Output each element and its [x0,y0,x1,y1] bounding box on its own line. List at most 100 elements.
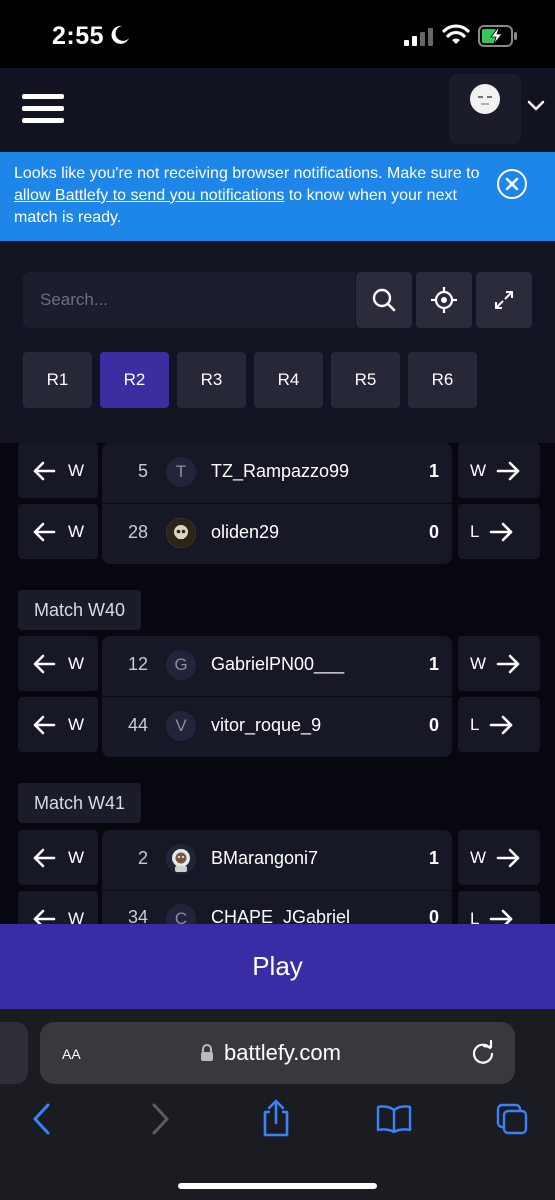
close-icon [505,177,519,191]
prev-match-label: W [68,908,85,925]
arrow-left-icon [33,715,56,734]
prev-match-button[interactable]: W [18,697,98,752]
next-match-button[interactable]: L [458,504,540,559]
arrow-left-icon [33,461,56,480]
prev-match-button[interactable]: W [18,636,98,691]
match-label: Match W40 [18,590,142,630]
arrow-right-icon [490,522,513,541]
locate-button[interactable] [416,272,472,328]
round-tab-r6[interactable]: R6 [408,352,477,408]
prev-match-label: W [68,460,85,480]
player-seed: 28 [127,522,148,542]
player-name[interactable]: vitor_roque_9 [211,715,321,736]
notifications-link[interactable]: allow Battlefy to send you notifications [14,187,284,204]
avatar[interactable] [470,84,500,114]
reload-icon[interactable] [470,1040,496,1066]
player-name[interactable]: GabrielPN00___ [211,654,344,675]
share-icon[interactable] [260,1098,292,1138]
round-tab-r2[interactable]: R2 [100,352,169,408]
prev-match-button[interactable]: W [18,830,98,885]
player-score: 1 [428,848,439,868]
player-name[interactable]: CHAPE_JGabriel [211,907,350,924]
arrow-right-icon [490,909,513,924]
next-match-button[interactable]: L [458,697,540,752]
bookmarks-icon[interactable] [376,1104,412,1134]
match-label: Match W41 [18,783,142,823]
battery-charging-icon [478,25,517,47]
player-name[interactable]: oliden29 [211,522,279,543]
round-tab-r4[interactable]: R4 [254,352,323,408]
round-tab-r3[interactable]: R3 [177,352,246,408]
fullscreen-button[interactable] [476,272,532,328]
arrow-left-icon [33,654,56,673]
expand-icon [495,291,513,309]
astronaut-avatar-icon [166,844,196,874]
chevron-down-icon[interactable] [527,100,545,112]
player-avatar [166,844,196,874]
url-text[interactable]: battlefy.com [224,1040,341,1066]
player-name[interactable]: BMarangoni7 [211,848,318,869]
search-input[interactable] [40,288,340,312]
next-match-button[interactable]: W [458,636,540,691]
round-tab-r5[interactable]: R5 [331,352,400,408]
search-icon [372,288,396,312]
next-match-button[interactable]: W [458,443,540,498]
player-avatar: V [166,711,196,741]
close-banner-button[interactable] [497,169,527,199]
player-seed: 2 [137,848,148,868]
round-tab-r1[interactable]: R1 [23,352,92,408]
next-match-button[interactable]: W [458,830,540,885]
player-name[interactable]: TZ_Rampazzo99 [211,461,349,482]
back-icon[interactable] [30,1102,52,1136]
arrow-right-icon [496,848,520,867]
player-avatar: G [166,650,196,680]
status-time: 2:55 [52,22,105,50]
lock-icon [201,1044,213,1061]
arrow-right-icon [496,461,520,480]
bracket-view: W 5 T TZ_Rampazzo99 1 W W 28 oliden29 0 … [0,443,555,924]
forward-icon[interactable] [150,1102,172,1136]
arrow-right-icon [490,715,513,734]
arrow-left-icon [33,909,56,924]
player-seed: 44 [127,715,148,735]
player-seed: 12 [127,654,148,674]
prev-match-label: W [68,521,85,541]
avatar-face-icon [478,96,492,105]
next-match-label: W [470,653,487,673]
match-divider [102,503,452,504]
player-score: 1 [428,461,439,481]
player-score: 0 [428,522,439,542]
signal-icon [404,28,433,46]
player-score: 1 [428,654,439,674]
prev-match-button[interactable]: W [18,504,98,559]
prev-match-label: W [68,653,85,673]
tabs-icon[interactable] [496,1103,528,1135]
arrow-right-icon [496,654,520,673]
player-avatar [166,518,196,548]
menu-icon[interactable] [22,94,64,126]
prev-match-label: W [68,847,85,867]
skull-avatar-icon [166,518,196,548]
prev-match-button[interactable]: W [18,891,98,924]
play-button[interactable]: Play [0,924,555,1009]
next-match-button[interactable]: L [458,891,540,924]
search-button[interactable] [356,272,412,328]
prev-match-label: W [68,714,85,734]
next-match-label: L [470,521,480,541]
previous-tab-edge[interactable] [0,1022,28,1084]
next-match-label: L [470,908,480,925]
arrow-left-icon [33,522,56,541]
player-seed: 34 [127,907,148,924]
player-seed: 5 [137,461,148,481]
moon-icon [111,25,129,44]
match-divider [102,890,452,891]
prev-match-button[interactable]: W [18,443,98,498]
reader-options-button[interactable]: AA [62,1042,81,1065]
next-match-label: L [470,714,480,734]
aa-label: AA [62,1046,81,1062]
home-indicator [178,1183,377,1189]
match-divider [102,696,452,697]
banner-text-start: Looks like you're not receiving browser … [14,165,480,182]
wifi-icon [442,24,470,44]
player-score: 0 [428,907,439,924]
